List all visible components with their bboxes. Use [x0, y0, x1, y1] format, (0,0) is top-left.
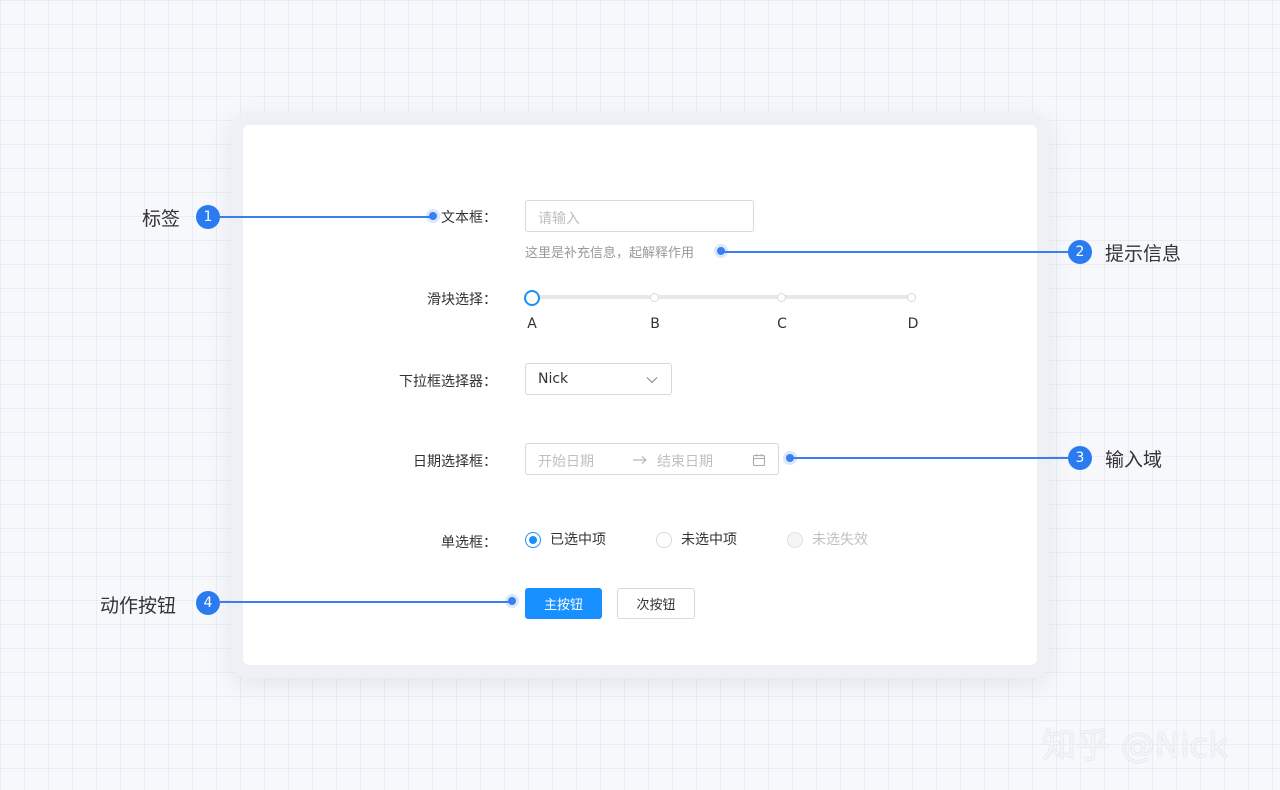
slider-dot-d[interactable]	[907, 293, 916, 302]
annotation-line-4	[220, 601, 512, 603]
calendar-icon	[752, 452, 766, 471]
annotation-hint-text: 提示信息	[1105, 243, 1182, 265]
dropdown-value: Nick	[538, 371, 569, 387]
annotation-badge-4: 4	[196, 591, 220, 615]
date-range-picker[interactable]: 开始日期 结束日期	[525, 443, 779, 475]
slider-mark-a: A	[527, 316, 537, 332]
chevron-down-icon	[645, 372, 659, 391]
end-date-input[interactable]: 结束日期	[657, 451, 713, 471]
radio-checked[interactable]	[525, 532, 541, 548]
annotation-input-text: 输入域	[1105, 449, 1163, 471]
annotation-badge-1: 1	[196, 205, 220, 229]
slider-mark-b: B	[650, 316, 660, 332]
radio-option-checked-label[interactable]: 已选中项	[550, 532, 606, 548]
radio-unchecked[interactable]	[656, 532, 672, 548]
annotation-line-1	[220, 216, 432, 218]
slider-dot-c[interactable]	[777, 293, 786, 302]
dropdown-label: 下拉框选择器：	[399, 374, 497, 390]
slider-mark-c: C	[777, 316, 787, 332]
slider-dot-b[interactable]	[650, 293, 659, 302]
slider-mark-d: D	[907, 316, 919, 332]
primary-button[interactable]: 主按钮	[525, 588, 602, 619]
annotation-line-3	[791, 457, 1070, 459]
annotation-dot-4	[508, 597, 516, 605]
slider-handle[interactable]	[524, 290, 540, 306]
annotation-dot-1	[429, 212, 437, 220]
radio-option-unchecked-label[interactable]: 未选中项	[681, 532, 737, 548]
text-input[interactable]: 请输入	[525, 200, 754, 232]
annotation-badge-3: 3	[1068, 446, 1092, 470]
arrow-right-icon	[632, 452, 648, 471]
annotation-line-2	[722, 251, 1070, 253]
date-range-label: 日期选择框：	[413, 454, 497, 470]
radio-label: 单选框：	[441, 535, 497, 551]
watermark: 知乎 @Nick	[1042, 726, 1229, 766]
radio-disabled	[787, 532, 803, 548]
annotation-action-text: 动作按钮	[100, 595, 177, 617]
slider-label: 滑块选择：	[427, 292, 497, 308]
text-input-placeholder: 请输入	[538, 211, 580, 227]
start-date-input[interactable]: 开始日期	[538, 451, 594, 471]
annotation-badge-2: 2	[1068, 240, 1092, 264]
annotation-label-text: 标签	[142, 208, 181, 230]
radio-option-disabled-label: 未选失效	[812, 532, 868, 548]
secondary-button[interactable]: 次按钮	[617, 588, 695, 619]
dropdown-select[interactable]: Nick	[525, 363, 672, 395]
helper-text: 这里是补充信息，起解释作用	[525, 246, 695, 261]
slider-track[interactable]	[532, 295, 912, 299]
